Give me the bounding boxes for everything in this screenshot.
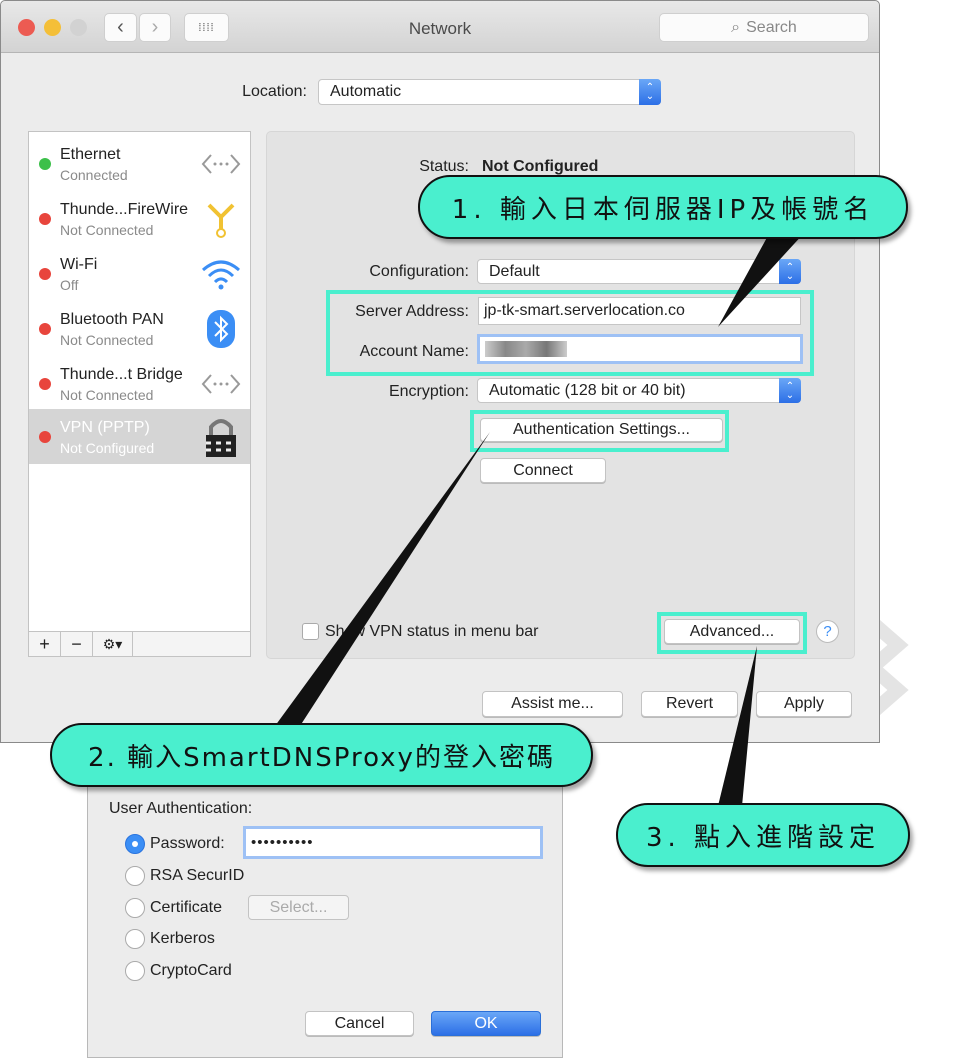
callout-2-pointer: [275, 432, 490, 726]
callout-step-3: 3. 點入進階設定: [616, 803, 910, 867]
callout-step-2: 2. 輸入SmartDNSProxy的登入密碼: [50, 723, 593, 787]
callout-step-1: 1. 輸入日本伺服器IP及帳號名: [418, 175, 908, 239]
callout-pointers: [275, 232, 805, 806]
callout-3-pointer: [718, 646, 757, 806]
callout-1-pointer: [718, 232, 805, 327]
